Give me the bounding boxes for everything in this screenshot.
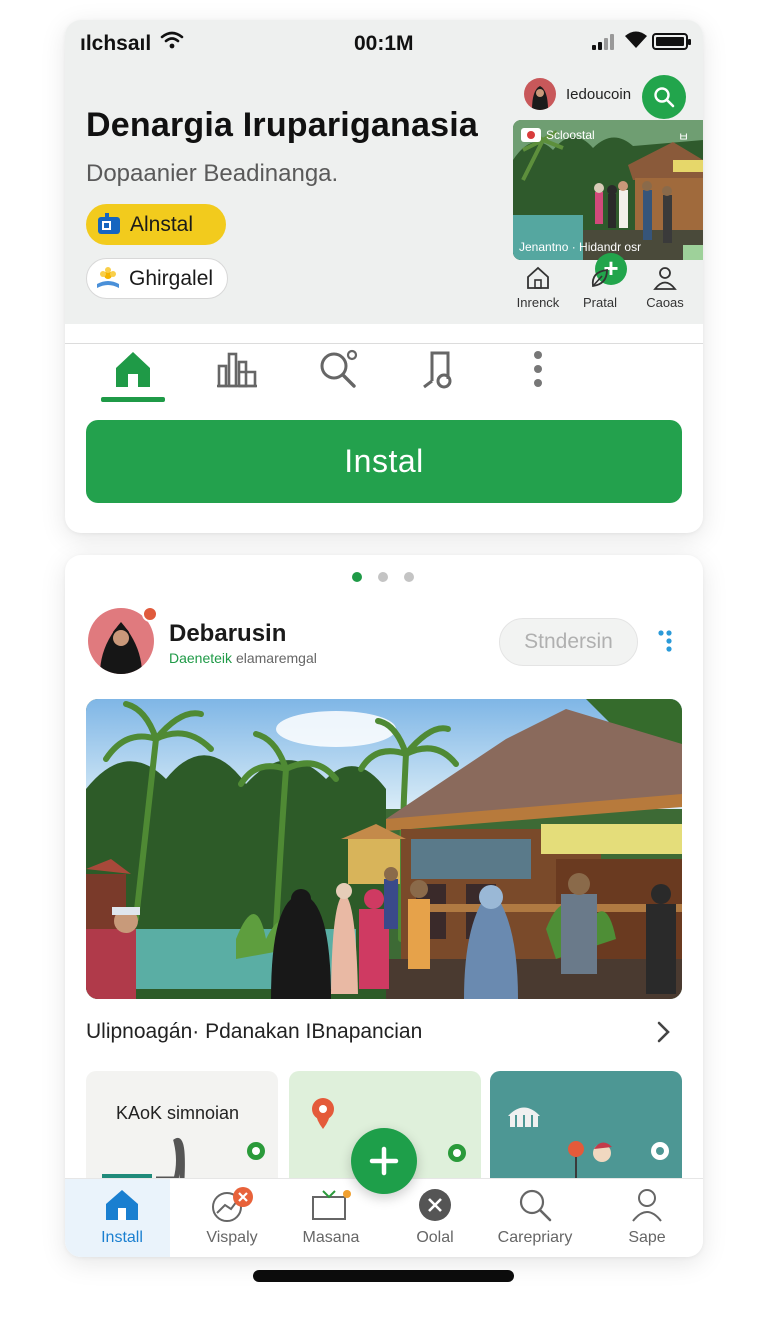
wifi-icon [625,31,647,48]
mini-nav-label: Inrenck [516,295,560,310]
nav-label: Carepriary [497,1229,573,1246]
mini-nav-pratal[interactable]: Pratal [570,266,630,310]
carousel-dot[interactable] [404,572,414,582]
post-caption-row[interactable]: Ulipnoagán· Pdanakan IBnapancian [86,1018,682,1046]
mini-nav-label: Pratal [583,295,617,310]
preview-caption: Jenantno · Hidandr osr [519,240,642,254]
user-name: Iedoucoin [566,85,632,103]
dots-icon [658,630,672,652]
category-chip-label: Ghirgalel [129,266,214,290]
nav-carepriary[interactable]: Carepriary [480,1187,590,1247]
user-chip[interactable]: Iedoucoin [524,78,631,110]
post-photo[interactable] [86,699,682,999]
post-caption: Ulipnoagán· Pdanakan IBnapancian [86,1020,423,1043]
preview-channel-name: Scloostal [546,128,595,142]
post-options-button[interactable] [656,628,678,654]
search-icon [519,1189,552,1222]
home-icon [527,266,549,289]
clock: 00:1M [354,32,414,55]
search-button[interactable] [642,75,686,119]
nav-sape[interactable]: Sape [592,1187,702,1247]
tab-more[interactable] [508,344,568,394]
chevron-right-icon [657,1021,670,1043]
close-circle-icon [419,1189,451,1221]
nav-label: Install [101,1229,143,1246]
nav-label: Masana [302,1229,360,1246]
search-icon [654,87,675,108]
category-chip[interactable]: Ghirgalel [86,258,228,299]
leaf-icon [591,268,608,288]
tile-card[interactable]: KAoK simnoian [86,1071,278,1191]
page-subtitle: Dopaanier Beadinanga. [86,160,339,187]
home-icon [106,1190,138,1220]
wifi-icon [160,31,184,49]
tab-stats[interactable] [207,344,267,394]
nav-vispaly[interactable]: Vispaly [177,1187,287,1247]
avatar [524,78,556,110]
app-store-icon [98,212,120,234]
mini-nav-profile[interactable]: Caoas [635,266,695,310]
mini-nav-home[interactable]: Inrenck [508,266,568,310]
person-icon [632,1189,662,1222]
flower-book-icon [97,266,119,288]
preview-photo[interactable]: Scloostal ㅂ Jenantno · Hidandr osr [513,120,703,260]
install-chip[interactable]: Alnstal [86,204,226,245]
install-chip-label: Alnstal [130,212,194,236]
preview-badge: ㅂ [677,130,689,144]
tv-icon [312,1190,351,1220]
tile-scene[interactable] [490,1071,682,1191]
music-note-icon [423,351,452,389]
post-meta-text: elamaremgal [235,650,317,666]
carrier-label: ılchsaıl [80,32,152,55]
home-indicator[interactable] [253,1270,514,1282]
mini-nav-label: Caoas [646,295,684,310]
install-button[interactable]: Instal [86,420,682,503]
active-tab-indicator [101,397,165,402]
tab-music[interactable] [408,344,468,394]
subscribe-button[interactable]: Stndersin [499,618,638,666]
person-icon [653,267,677,290]
signal-icon [592,34,618,50]
home-icon [116,352,150,387]
preview-channel-label: Scloostal [521,128,595,142]
nav-label: Vispaly [206,1229,258,1246]
nav-masana[interactable]: Masana [276,1187,386,1247]
temple-icon [508,1107,669,1181]
village-photo-image [86,699,682,999]
search-icon [320,349,358,388]
post-author[interactable]: Debarusin [169,620,286,648]
bar-chart-icon [217,352,257,388]
tile-illustration [102,1138,265,1182]
create-button[interactable] [351,1128,417,1194]
nav-label: Oolal [416,1229,454,1246]
chart-icon [212,1187,253,1222]
carousel-dot[interactable] [378,572,388,582]
page-title: Denargia Irupariganasia [86,106,478,144]
plus-icon [369,1146,399,1176]
record-icon [521,128,541,142]
more-vertical-icon [534,351,542,387]
nav-install[interactable]: Install [67,1187,177,1247]
nav-label: Sape [628,1229,666,1246]
carousel-dot-active[interactable] [352,572,362,582]
post-meta-tag: Daeneteik [169,650,233,666]
notification-badge [142,606,158,622]
tab-search[interactable] [308,344,368,394]
post-meta: Daeneteik elamaremgal [169,650,317,666]
battery-icon [652,33,691,50]
tab-home[interactable] [103,344,163,394]
nav-oolal[interactable]: Oolal [380,1187,490,1247]
